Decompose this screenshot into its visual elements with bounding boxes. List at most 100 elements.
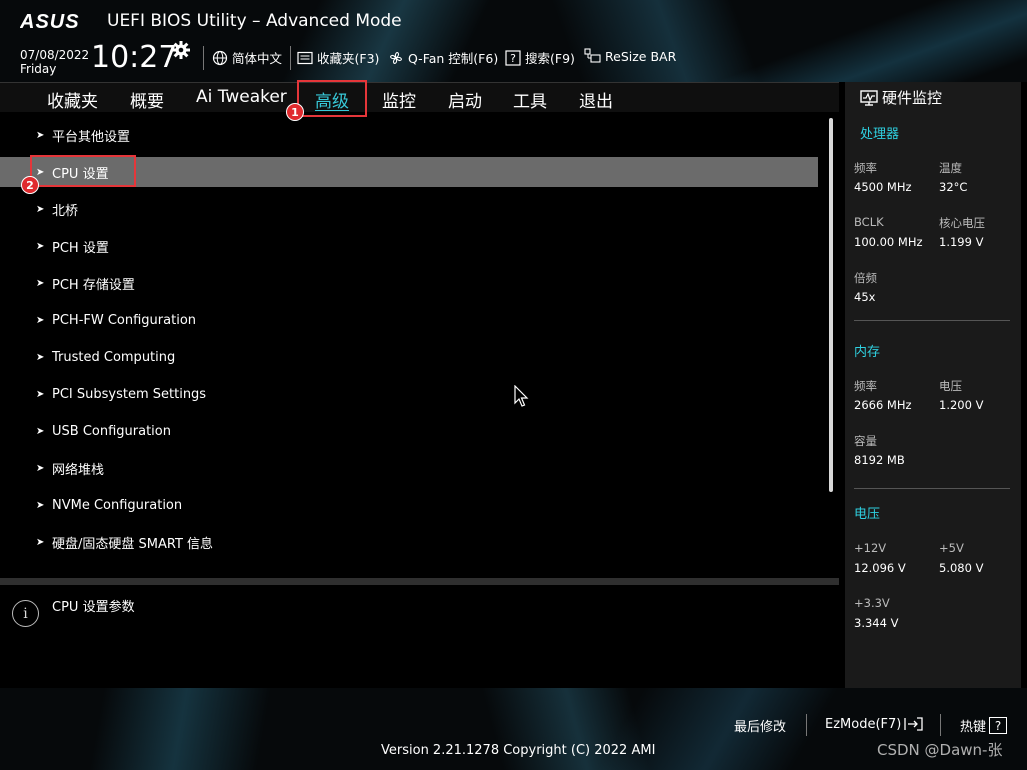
bookmark-icon <box>297 51 313 64</box>
divider <box>0 578 839 585</box>
menu-item-label: PCH 设置 <box>52 240 109 256</box>
menu-item-label: PCI Subsystem Settings <box>52 386 207 402</box>
chevron-right-icon: ➤ <box>36 536 45 548</box>
watermark-text: CSDN @Dawn-张 <box>877 741 1003 759</box>
chevron-right-icon: ➤ <box>36 499 45 511</box>
resize-bar-icon <box>584 48 601 63</box>
v12-value: 12.096 V <box>854 561 906 575</box>
chevron-right-icon: ➤ <box>36 425 45 437</box>
chevron-right-icon: ➤ <box>36 388 45 400</box>
clock: 10:27 <box>91 40 178 75</box>
hardware-monitor-panel: 硬件监控 处理器 频率 温度 4500 MHz 32°C BCLK 核心电压 1… <box>839 82 1027 688</box>
mem-volt-value: 1.200 V <box>939 398 984 412</box>
step-marker-1: 1 <box>286 103 304 121</box>
menu-item-label: 网络堆栈 <box>52 462 105 478</box>
weekday: Friday <box>20 62 57 76</box>
v5-label: +5V <box>939 541 964 555</box>
menu-item-north-bridge[interactable]: ➤ 北桥 <box>0 194 818 224</box>
step-marker-2: 2 <box>21 176 39 194</box>
cpu-temp-value: 32°C <box>939 180 968 194</box>
tab-ai-tweaker[interactable]: Ai Tweaker <box>196 87 287 107</box>
menu-item-label: PCH 存储设置 <box>52 277 135 293</box>
menu-item-trusted-computing[interactable]: ➤ Trusted Computing <box>0 342 818 372</box>
menu-item-platform-misc[interactable]: ➤ 平台其他设置 <box>0 120 818 150</box>
search-button[interactable]: ? 搜索(F9) <box>505 48 575 67</box>
menu-item-usb-config[interactable]: ➤ USB Configuration <box>0 416 818 446</box>
scrollbar[interactable] <box>829 118 833 492</box>
vcore-label: 核心电压 <box>939 216 985 230</box>
fan-icon <box>390 51 402 64</box>
qfan-button[interactable]: Q-Fan 控制(F6) <box>388 48 498 67</box>
ezmode-label: EzMode(F7) <box>825 716 902 732</box>
mem-freq-label: 频率 <box>854 379 877 393</box>
favorites-button[interactable]: 收藏夹(F3) <box>297 48 379 67</box>
menu-item-pci-subsystem[interactable]: ➤ PCI Subsystem Settings <box>0 379 818 409</box>
mem-volt-label: 电压 <box>939 379 962 393</box>
menu-item-label: PCH-FW Configuration <box>52 312 197 328</box>
chevron-right-icon: ➤ <box>36 203 45 215</box>
highlight-box-advanced-tab <box>297 80 367 117</box>
footer: 最后修改 EzMode(F7) 热键 ? Version 2.21.1278 C… <box>0 688 1027 770</box>
help-panel: i CPU 设置参数 <box>0 585 839 688</box>
memory-section-title: 内存 <box>854 345 881 360</box>
ratio-value: 45x <box>854 290 876 304</box>
ratio-label: 倍频 <box>854 271 877 285</box>
menu-item-label: Trusted Computing <box>52 349 176 365</box>
search-label: 搜索(F9) <box>525 51 575 66</box>
language-button[interactable]: 简体中文 <box>212 48 282 67</box>
cpu-section-title: 处理器 <box>860 127 900 142</box>
menu-item-nvme-config[interactable]: ➤ NVMe Configuration <box>0 490 818 520</box>
menu-item-pch-fw[interactable]: ➤ PCH-FW Configuration <box>0 305 818 335</box>
cpu-temp-label: 温度 <box>939 161 962 175</box>
hotkeys-button[interactable]: 热键 ? <box>960 716 1008 735</box>
gear-icon[interactable] <box>171 40 191 60</box>
highlight-box-cpu-config <box>30 155 136 187</box>
language-label: 简体中文 <box>232 51 283 66</box>
chevron-right-icon: ➤ <box>36 277 45 289</box>
date-block: 07/08/2022 Friday <box>20 48 89 76</box>
bclk-label: BCLK <box>854 215 884 229</box>
voltage-section-title: 电压 <box>854 507 881 522</box>
tab-boot[interactable]: 启动 <box>448 87 482 112</box>
tab-main[interactable]: 概要 <box>130 87 164 112</box>
cpu-freq-label: 频率 <box>854 161 877 175</box>
bclk-value: 100.00 MHz <box>854 235 923 249</box>
tab-tool[interactable]: 工具 <box>513 87 547 112</box>
hardware-monitor-body: 硬件监控 处理器 频率 温度 4500 MHz 32°C BCLK 核心电压 1… <box>845 82 1021 688</box>
chevron-right-icon: ➤ <box>36 351 45 363</box>
separator <box>940 714 941 736</box>
resize-bar-button[interactable]: ReSize BAR <box>584 48 676 64</box>
menu-item-label: 北桥 <box>52 203 79 219</box>
help-text: CPU 设置参数 <box>52 600 135 615</box>
tab-monitor[interactable]: 监控 <box>382 87 416 112</box>
svg-text:ASUS: ASUS <box>20 12 80 30</box>
separator <box>806 714 807 736</box>
globe-icon <box>212 50 228 65</box>
tab-favorites[interactable]: 收藏夹 <box>47 87 98 112</box>
main-tabs: 收藏夹 概要 Ai Tweaker 高级 监控 启动 工具 退出 <box>0 82 839 112</box>
date: 07/08/2022 <box>20 48 90 62</box>
v12-label: +12V <box>854 541 887 555</box>
menu-item-pch-config[interactable]: ➤ PCH 设置 <box>0 231 818 261</box>
separator <box>290 46 291 70</box>
header: ASUS UEFI BIOS Utility – Advanced Mode 0… <box>0 0 1027 82</box>
menu-item-smart-info[interactable]: ➤ 硬盘/固态硬盘 SMART 信息 <box>0 527 818 557</box>
favorites-label: 收藏夹(F3) <box>317 51 380 66</box>
version-text: Version 2.21.1278 Copyright (C) 2022 AMI <box>381 743 656 758</box>
hardware-monitor-title: 硬件监控 <box>860 87 942 108</box>
mem-cap-label: 容量 <box>854 434 877 448</box>
hotkeys-label: 热键 <box>960 720 987 735</box>
v5-value: 5.080 V <box>939 561 984 575</box>
menu-item-network-stack[interactable]: ➤ 网络堆栈 <box>0 453 818 483</box>
vcore-value: 1.199 V <box>939 235 984 249</box>
tab-exit[interactable]: 退出 <box>579 87 613 112</box>
app-title: UEFI BIOS Utility – Advanced Mode <box>107 11 402 31</box>
separator <box>203 46 204 70</box>
ezmode-button[interactable]: EzMode(F7) <box>825 716 924 732</box>
svg-text:?: ? <box>510 52 516 65</box>
menu-item-pch-storage[interactable]: ➤ PCH 存储设置 <box>0 268 818 298</box>
last-modified-button[interactable]: 最后修改 <box>734 716 786 735</box>
chevron-right-icon: ➤ <box>36 129 45 141</box>
monitor-title-label: 硬件监控 <box>882 89 943 107</box>
mem-cap-value: 8192 MB <box>854 453 905 467</box>
